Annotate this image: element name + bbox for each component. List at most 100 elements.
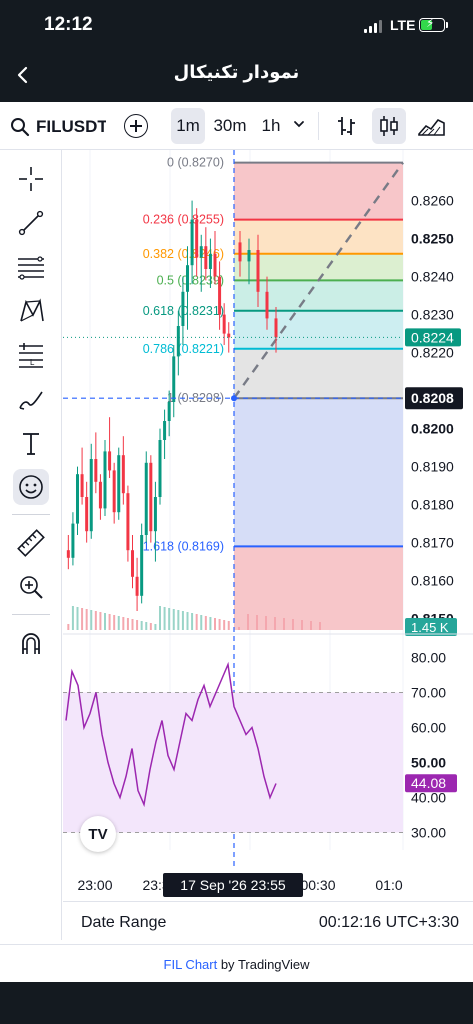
candle-body — [218, 276, 222, 315]
symbol-search-button[interactable]: FILUSDT — [10, 115, 106, 139]
rsi-tick: 80.00 — [411, 650, 446, 666]
fib-label-0.236: 0.236 (0.8255) — [143, 213, 224, 227]
brush-tool-button[interactable] — [13, 381, 49, 417]
emoji-tool-button[interactable] — [13, 469, 49, 505]
candle-body — [227, 333, 231, 338]
volume-bar — [131, 619, 134, 630]
fib-zone-0 — [234, 162, 403, 220]
interval-dropdown-button[interactable] — [292, 117, 306, 131]
home-indicator-area — [0, 982, 473, 1024]
candle-body — [108, 451, 112, 471]
chart-clock[interactable]: 00:12:16 UTC+3:30 — [319, 914, 459, 932]
crosshair-icon — [19, 167, 43, 191]
page-title: نمودار تکنیکال — [173, 62, 300, 82]
volume-bar — [154, 624, 157, 630]
chart-footer: Date Range 00:12:16 UTC+3:30 — [63, 901, 473, 943]
volume-bar — [94, 611, 97, 630]
trend-line-tool-button[interactable] — [13, 205, 49, 241]
volume-bar — [71, 606, 74, 630]
bars-chart-icon — [338, 117, 355, 135]
volume-bar — [177, 610, 180, 630]
candle-body — [98, 481, 102, 509]
price-tick: 0.8260 — [411, 193, 454, 209]
volume-bar — [117, 616, 120, 630]
candle-body — [199, 246, 203, 258]
fib-tool-button[interactable]: L — [13, 337, 49, 373]
volume-bar — [126, 618, 129, 630]
time-tick: 00:30 — [300, 877, 335, 893]
volume-bar — [209, 617, 212, 630]
ruler-tool-button[interactable] — [13, 525, 49, 561]
candle-body — [247, 250, 251, 262]
volume-bar — [67, 624, 70, 630]
date-range-button[interactable]: Date Range — [81, 914, 166, 932]
volume-bar — [172, 609, 175, 630]
volume-bar — [99, 612, 102, 630]
volume-bar — [145, 622, 148, 630]
volume-bar — [168, 608, 171, 630]
magnet-icon — [22, 633, 40, 654]
text-tool-button[interactable] — [13, 425, 49, 461]
candle-body — [163, 421, 167, 440]
interval-30m[interactable]: 30m — [210, 108, 250, 144]
candle-body — [167, 402, 171, 421]
fib-label-0: 0 (0.8270) — [167, 156, 224, 170]
volume-bar — [204, 616, 207, 630]
candle-body — [238, 242, 242, 262]
rsi-tick: 70.00 — [411, 685, 446, 701]
candle-body — [265, 291, 269, 319]
magnet-tool-button[interactable] — [13, 625, 49, 661]
candle-body — [256, 250, 260, 292]
text-icon — [23, 433, 39, 455]
crosshair-time-label: 17 Sep '26 23:55 — [180, 877, 286, 893]
candle-body — [131, 550, 134, 577]
pattern-icon — [20, 298, 44, 322]
rsi-current-label: 44.08 — [411, 775, 446, 791]
fib-zone-1 — [234, 398, 403, 547]
compare-add-button[interactable] — [124, 114, 148, 138]
interval-1m[interactable]: 1m — [171, 108, 205, 144]
candle-body — [149, 462, 153, 532]
candle-body — [186, 265, 189, 292]
candle-body — [126, 493, 130, 551]
area-style-button[interactable] — [414, 108, 448, 144]
chart-canvas[interactable]: 0 (0.8270) 0.236 (0.8255) 0.382 (0.8246) 0.… — [63, 150, 473, 940]
volume-bar — [85, 609, 88, 630]
crosshair-tool-button[interactable] — [13, 161, 49, 197]
candle-body — [117, 455, 121, 513]
attribution-link[interactable]: FIL Chart — [164, 957, 218, 972]
rsi-tick: 30.00 — [411, 825, 446, 841]
volume-bar — [274, 617, 276, 630]
crosshair-price-label: 0.8208 — [411, 390, 454, 406]
candle-body — [153, 497, 157, 532]
price-chart[interactable]: 0 (0.8270)0.236 (0.8255)0.382 (0.8246)0.… — [63, 150, 473, 901]
candle-body — [71, 523, 75, 558]
volume-bar — [122, 617, 125, 630]
tool-divider — [12, 614, 50, 615]
candle-body — [158, 440, 162, 497]
volume-bar — [149, 623, 152, 630]
crosshair-dot — [231, 395, 237, 402]
rsi-band — [63, 692, 403, 833]
price-tick: 0.8250 — [411, 231, 454, 247]
volume-bar — [200, 615, 203, 630]
horizontal-lines-tool-button[interactable] — [13, 249, 49, 285]
candles-style-button[interactable] — [372, 108, 406, 144]
pattern-tool-button[interactable] — [13, 293, 49, 329]
status-time: 12:12 — [44, 14, 93, 35]
tradingview-logo[interactable]: TV — [80, 816, 116, 852]
volume-bar — [238, 627, 240, 630]
candle-body — [76, 474, 79, 524]
volume-bar — [265, 616, 267, 630]
interval-1h[interactable]: 1h — [256, 108, 286, 144]
candle-body — [176, 326, 180, 357]
zoom-tool-button[interactable] — [13, 569, 49, 605]
volume-bar — [108, 614, 111, 630]
volume-bar — [186, 612, 189, 630]
bar-style-button[interactable] — [329, 108, 363, 144]
volume-bar — [214, 618, 216, 630]
candle-body — [274, 318, 278, 338]
volume-bar — [283, 618, 285, 630]
volume-bar — [76, 607, 79, 630]
candles-chart-icon — [380, 116, 398, 136]
